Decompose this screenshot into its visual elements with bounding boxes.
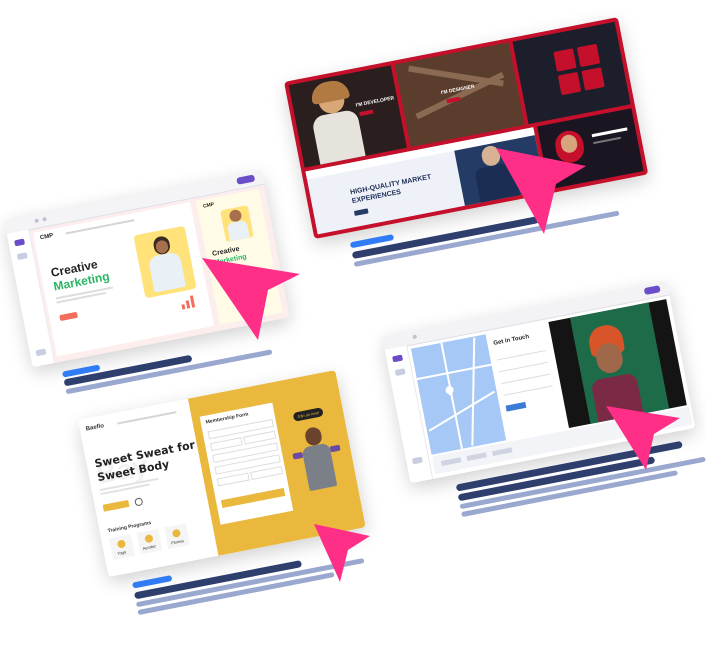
join-badge: Join us now! bbox=[292, 407, 324, 422]
join-button[interactable] bbox=[102, 499, 130, 512]
publish-button[interactable] bbox=[236, 174, 256, 185]
pointer-arrow-icon bbox=[202, 258, 300, 340]
contact-title: Get in Touch bbox=[492, 334, 530, 347]
athlete-image bbox=[288, 421, 356, 529]
dark-panel bbox=[512, 21, 631, 125]
developer-tag: I'M DEVELOPER bbox=[355, 95, 395, 109]
designer-panel: I'M DESIGNER bbox=[394, 42, 525, 148]
membership-form: Membership Form bbox=[199, 402, 294, 525]
send-button[interactable] bbox=[505, 401, 527, 412]
program-card-fitness[interactable]: Fitness bbox=[164, 523, 190, 550]
fitness-logo: Baeflo bbox=[85, 423, 105, 433]
form-title: Membership Form bbox=[205, 411, 249, 426]
play-icon[interactable] bbox=[134, 497, 144, 507]
screenshot-frame: I'M DEVELOPER I'M DESIGNER HIGH-QUALITY … bbox=[284, 17, 649, 240]
cta-button[interactable] bbox=[59, 311, 78, 322]
pointer-arrow-icon bbox=[496, 148, 586, 234]
nav-links bbox=[65, 219, 135, 235]
program-card-aerobic[interactable]: Aerobic bbox=[136, 528, 163, 555]
fitness-nav bbox=[117, 411, 177, 425]
mobile-brand: CMP bbox=[202, 201, 215, 210]
pointer-arrow-icon bbox=[314, 524, 370, 582]
business-cta[interactable] bbox=[353, 208, 369, 216]
map-pin-icon bbox=[444, 384, 456, 396]
developer-panel: I'M DEVELOPER bbox=[288, 65, 407, 168]
form-submit[interactable] bbox=[220, 487, 286, 509]
pointer-arrow-icon bbox=[606, 406, 680, 470]
card-fitness[interactable]: Baeflo Bay Sweet Sweat for Sweet Body Tr… bbox=[78, 365, 408, 656]
card-designer-portfolio[interactable]: I'M DEVELOPER I'M DESIGNER HIGH-QUALITY … bbox=[284, 13, 681, 307]
publish-button[interactable] bbox=[643, 285, 661, 296]
program-card-yoga[interactable]: Yoga bbox=[109, 534, 135, 560]
page-preview: CMP Creative Marketing bbox=[32, 202, 215, 357]
brand-logo: CMP bbox=[39, 232, 54, 242]
